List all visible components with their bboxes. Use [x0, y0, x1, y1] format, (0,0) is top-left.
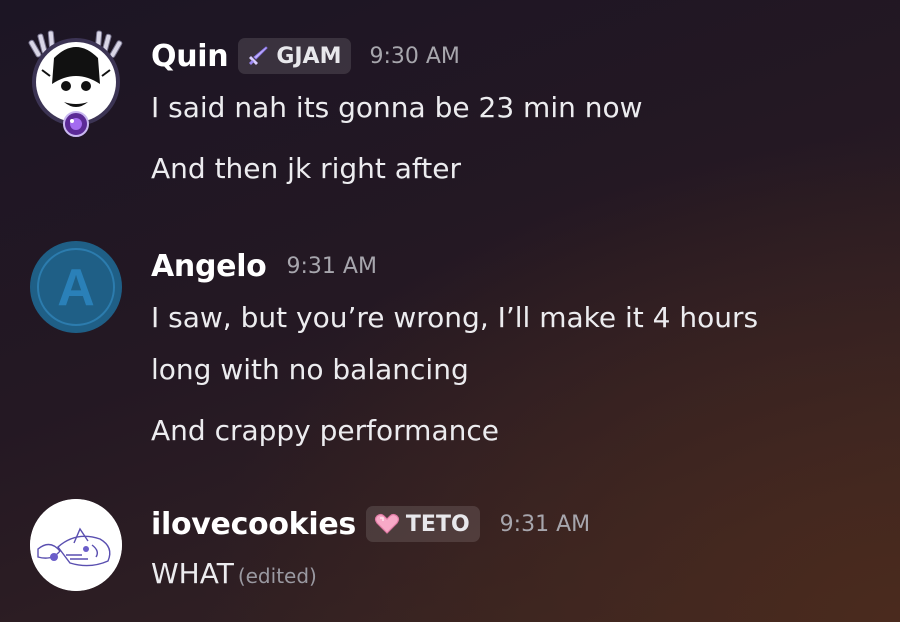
message-text: And crappy performance: [151, 414, 499, 447]
edited-label: (edited): [237, 564, 317, 588]
timestamp[interactable]: 9:31 AM: [500, 512, 590, 537]
guild-tag-label: TETO: [405, 511, 470, 537]
avatar-quin[interactable]: [28, 30, 123, 137]
heart-icon: [374, 513, 400, 534]
guild-tag[interactable]: TETO: [365, 506, 480, 542]
username[interactable]: Quin: [151, 39, 229, 74]
message-text: I saw, but you’re wrong, I’ll make it 4 …: [151, 301, 759, 334]
guild-tag-label: GJAM: [276, 43, 342, 69]
avatar-decoration-icon: [28, 30, 123, 137]
message-header: Quin GJAM 9:30 AM: [151, 34, 890, 78]
sketch-drawing-icon: [30, 499, 122, 591]
avatar-letter-a: A: [31, 242, 121, 332]
avatar-ilovecookies[interactable]: [30, 499, 122, 591]
message-text: And then jk right after: [151, 152, 461, 185]
timestamp[interactable]: 9:31 AM: [287, 254, 377, 279]
timestamp[interactable]: 9:30 AM: [369, 44, 459, 69]
message-text-content: WHAT: [151, 557, 234, 590]
guild-tag[interactable]: GJAM: [238, 38, 352, 74]
avatar-letter: A: [57, 259, 95, 317]
message-header: Angelo 9:31 AM: [151, 244, 890, 288]
message-header: ilovecookies TETO 9:31 AM: [151, 502, 890, 546]
message-text: WHAT (edited): [151, 552, 890, 598]
message-text: I said nah its gonna be 23 min now: [151, 91, 643, 124]
username[interactable]: ilovecookies: [151, 507, 356, 542]
sword-icon: [249, 46, 269, 65]
username[interactable]: Angelo: [151, 249, 267, 284]
avatar-angelo[interactable]: A: [30, 241, 122, 333]
message-text: long with no balancing: [151, 353, 469, 386]
